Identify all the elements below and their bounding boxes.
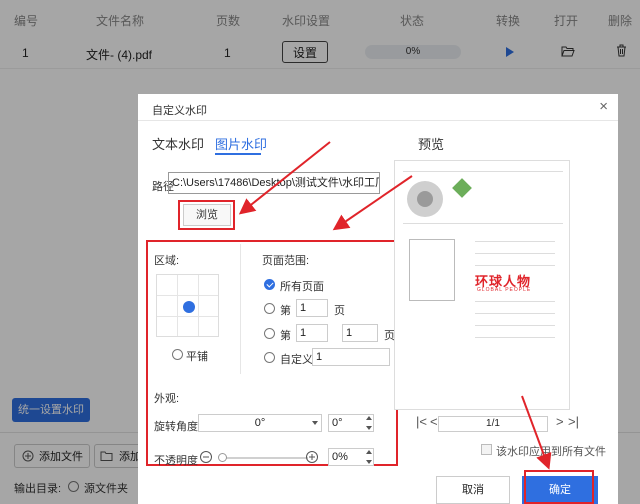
preview-drawing bbox=[409, 239, 455, 301]
next-page-icon[interactable]: > bbox=[556, 414, 564, 429]
browse-button[interactable]: 浏览 bbox=[183, 204, 231, 226]
preview-watermark-sub: GLOBAL PEOPLE bbox=[477, 287, 532, 293]
minus-icon[interactable] bbox=[200, 451, 212, 463]
area-label: 区域: bbox=[154, 255, 180, 267]
plus-icon[interactable] bbox=[306, 451, 318, 463]
range-radio[interactable] bbox=[264, 328, 275, 339]
appearance-label: 外观: bbox=[154, 393, 180, 405]
preview-label: 预览 bbox=[418, 137, 445, 152]
preview-page: 环球人物 GLOBAL PEOPLE bbox=[394, 160, 570, 410]
tile-label: 平铺 bbox=[186, 351, 208, 363]
highlight-box-ok bbox=[524, 470, 594, 504]
preview-logo bbox=[452, 178, 472, 198]
apply-all-label: 该水印应用到所有文件 bbox=[496, 446, 606, 458]
range-prefix: 第 bbox=[280, 330, 291, 342]
all-pages-label: 所有页面 bbox=[280, 281, 324, 293]
title-divider bbox=[138, 120, 618, 121]
page-range-label: 页面范围: bbox=[262, 255, 310, 267]
custom-watermark-dialog: 自定义水印 × 文本水印 图片水印 路径 C:\Users\17486\Desk… bbox=[138, 94, 618, 504]
custom-label: 自定义 bbox=[280, 354, 313, 366]
position-grid[interactable] bbox=[156, 274, 219, 337]
single-page-input[interactable]: 1 bbox=[296, 299, 328, 317]
close-icon[interactable]: × bbox=[599, 98, 608, 115]
single-page-unit: 页 bbox=[334, 305, 345, 317]
opacity-label: 不透明度 bbox=[154, 455, 198, 467]
tile-radio[interactable] bbox=[172, 349, 183, 360]
tab-text-watermark[interactable]: 文本水印 bbox=[152, 134, 204, 153]
all-pages-radio[interactable] bbox=[264, 279, 275, 290]
chevron-down-icon bbox=[312, 421, 318, 425]
custom-input[interactable]: 1 bbox=[312, 348, 390, 366]
single-page-prefix: 第 bbox=[280, 305, 291, 317]
apply-all-checkbox[interactable] bbox=[481, 444, 492, 455]
opacity-slider-thumb[interactable] bbox=[218, 453, 227, 462]
dialog-title: 自定义水印 bbox=[152, 105, 207, 117]
tab-image-watermark[interactable]: 图片水印 bbox=[215, 134, 267, 153]
last-page-icon[interactable]: >| bbox=[568, 414, 579, 429]
stepper-arrows-icon[interactable] bbox=[366, 450, 372, 464]
active-tab-indicator bbox=[215, 153, 261, 155]
custom-radio[interactable] bbox=[264, 352, 275, 363]
range-to-input[interactable]: 1 bbox=[342, 324, 378, 342]
path-field[interactable]: C:\Users\17486\Desktop\测试文件\水印工厂 bbox=[168, 172, 380, 194]
rotation-select[interactable]: 0° bbox=[198, 414, 322, 432]
rotation-select-value: 0° bbox=[254, 417, 266, 429]
settings-divider bbox=[240, 244, 241, 374]
opacity-slider-track[interactable] bbox=[220, 457, 308, 459]
preview-bearing-core bbox=[417, 191, 433, 207]
first-page-icon[interactable]: |< bbox=[416, 414, 427, 429]
rotation-label: 旋转角度 bbox=[154, 421, 198, 433]
single-page-radio[interactable] bbox=[264, 303, 275, 314]
cancel-button[interactable]: 取消 bbox=[436, 476, 510, 504]
range-from-input[interactable]: 1 bbox=[296, 324, 328, 342]
position-selected-dot[interactable] bbox=[183, 301, 195, 313]
preview-header-line bbox=[403, 171, 563, 172]
page-indicator[interactable]: 1/1 bbox=[438, 416, 548, 432]
preview-divider bbox=[403, 223, 563, 224]
stepper-arrows-icon[interactable] bbox=[366, 416, 372, 430]
prev-page-icon[interactable]: < bbox=[430, 414, 438, 429]
